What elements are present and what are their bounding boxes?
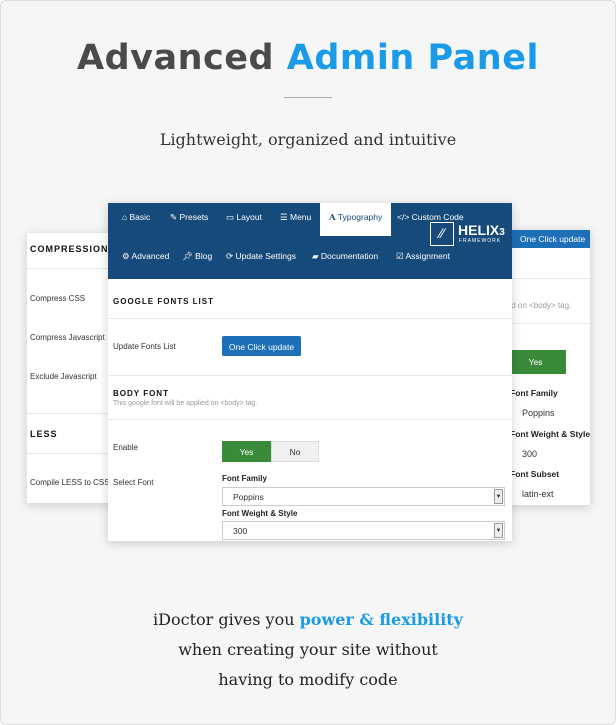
tab-update-settings[interactable]: ⟳ Update Settings [226,251,296,262]
no-toggle[interactable]: No [271,441,319,462]
tab-advanced[interactable]: ⚙ Advanced [122,251,169,262]
section-compression: COMPRESSION [30,244,109,254]
footer-text: iDoctor gives you power & flexibility wh… [0,605,616,695]
body-font-desc: This google font will be applied on <bod… [113,400,258,407]
title-highlight: Admin Panel [286,38,539,78]
one-click-update-button[interactable]: One Click update [222,336,301,356]
font-family-value[interactable]: Poppins [522,408,555,418]
font-weight-label: Font Weight & Style [510,429,590,439]
tab-layout[interactable]: ▭ Layout [226,212,262,223]
admin-panel: ⌂ Basic ✎ Presets ▭ Layout ☰ Menu A Typo… [108,203,512,541]
font-weight-select[interactable]: 300 ▼ [222,521,505,540]
google-fonts-heading: GOOGLE FONTS LIST [113,297,214,306]
title-part: Advanced [77,38,275,78]
font-family-label: Font Family [222,474,267,483]
footer-line3: having to modify code [218,670,398,689]
body-font-desc: ied on <body> tag. [505,301,572,310]
footer-line2: when creating your site without [178,640,438,659]
section-less: LESS [30,429,58,439]
update-fonts-label: Update Fonts List [113,342,176,351]
tab-menu[interactable]: ☰ Menu [280,212,311,223]
font-subset-label: Font Subset [510,469,560,479]
yes-toggle[interactable]: Yes [222,441,271,462]
page-title: Advanced Admin Panel [0,38,616,78]
font-family-label: Font Family [510,388,558,398]
divider [284,97,332,98]
chevron-down-icon: ▼ [494,489,503,504]
compress-js-label: Compress Javascript [30,333,105,342]
footer-highlight: power & flexibility [299,610,463,629]
tab-documentation[interactable]: ▰ Documentation [312,251,378,262]
tab-blog[interactable]: 📌︎ Blog [182,251,212,262]
font-subset-value[interactable]: latin-ext [522,489,554,499]
compress-css-label: Compress CSS [30,294,86,303]
font-weight-value[interactable]: 300 [522,449,537,459]
helix-logo-icon: ⁄⁄ [430,222,454,246]
tab-typography[interactable]: A Typography [320,203,392,236]
chevron-down-icon: ▼ [494,523,503,538]
tab-custom-code[interactable]: </> Custom Code [397,212,464,222]
tab-assignment[interactable]: ☑ Assignment [396,251,450,262]
compile-less-label: Compile LESS to CSS [30,478,110,487]
nav-bar: ⌂ Basic ✎ Presets ▭ Layout ☰ Menu A Typo… [108,203,512,279]
font-family-select[interactable]: Poppins ▼ [222,487,505,506]
subtitle: Lightweight, organized and intuitive [159,130,457,149]
select-font-label: Select Font [113,478,154,487]
body-font-heading: BODY FONT [113,389,169,398]
left-panel: COMPRESSION Compress CSS Compress Javasc… [27,233,117,503]
tab-presets[interactable]: ✎ Presets [170,212,208,223]
footer-line1: iDoctor gives you [153,610,300,629]
yes-toggle[interactable]: Yes [505,350,566,374]
tab-basic[interactable]: ⌂ Basic [122,212,150,222]
exclude-js-label: Exclude Javascript [30,372,97,381]
font-weight-label: Font Weight & Style [222,509,298,518]
one-click-update-button[interactable]: One Click update [505,230,590,248]
right-panel: One Click update ied on <body> tag. Yes … [505,230,590,505]
enable-label: Enable [113,443,138,452]
